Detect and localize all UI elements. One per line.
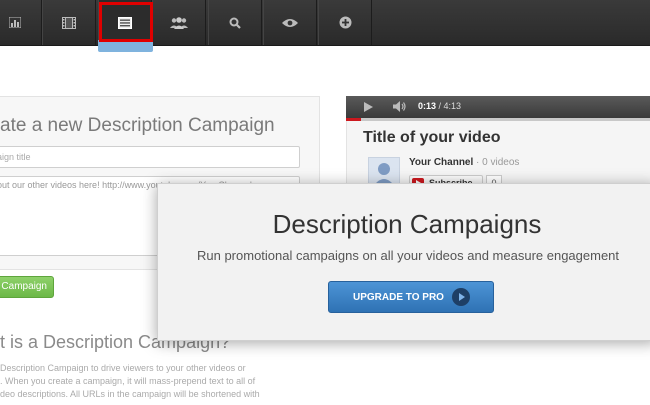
toolbar-button-analytics[interactable]: [0, 0, 42, 45]
channel-title[interactable]: Your Channel: [409, 157, 473, 168]
eye-icon: [282, 18, 298, 27]
what-is-line: Description Campaign to drive viewers to…: [0, 363, 246, 373]
play-circle-icon: [452, 288, 470, 306]
modal-subtitle: Run promotional campaigns on all your vi…: [196, 248, 620, 263]
highlight-box: [99, 2, 153, 42]
upgrade-button-label: UPGRADE TO PRO: [353, 292, 444, 303]
campaign-form-title: ate a new Description Campaign: [0, 115, 275, 136]
plus-circle-icon: [339, 16, 351, 29]
video-time: 0:13 / 4:13: [418, 101, 461, 111]
campaign-title-input[interactable]: aign title: [0, 146, 300, 168]
what-is-line: . When you create a campaign, it will ma…: [0, 376, 256, 386]
video-title: Title of your video: [363, 129, 501, 146]
create-campaign-button[interactable]: Campaign: [0, 276, 54, 298]
toolbar-button-add[interactable]: [318, 0, 372, 45]
users-icon: [170, 16, 188, 29]
channel-meta: · 0 videos: [476, 157, 520, 168]
toolbar-button-search[interactable]: [208, 0, 262, 45]
toolbar-button-videos[interactable]: [42, 0, 96, 45]
film-icon: [62, 16, 76, 29]
upgrade-to-pro-button[interactable]: UPGRADE TO PRO: [328, 281, 494, 313]
bar-chart-icon: [9, 17, 21, 28]
modal-title: Description Campaigns: [272, 209, 542, 239]
toolbar-button-audience[interactable]: [152, 0, 206, 45]
play-icon[interactable]: [364, 102, 373, 112]
video-controls: [346, 96, 650, 118]
what-is-body: Description Campaign to drive viewers to…: [0, 362, 300, 401]
current-time: 0:13: [418, 101, 437, 111]
upgrade-modal: Description Campaigns Run promotional ca…: [157, 183, 650, 341]
duration: / 4:13: [438, 101, 462, 111]
search-icon: [229, 17, 241, 29]
what-is-line: deo descriptions. All URLs in the campai…: [0, 389, 260, 399]
toolbar-button-watch[interactable]: [263, 0, 317, 45]
volume-icon[interactable]: [393, 101, 407, 112]
channel-name: Your Channel · 0 videos: [409, 157, 519, 168]
